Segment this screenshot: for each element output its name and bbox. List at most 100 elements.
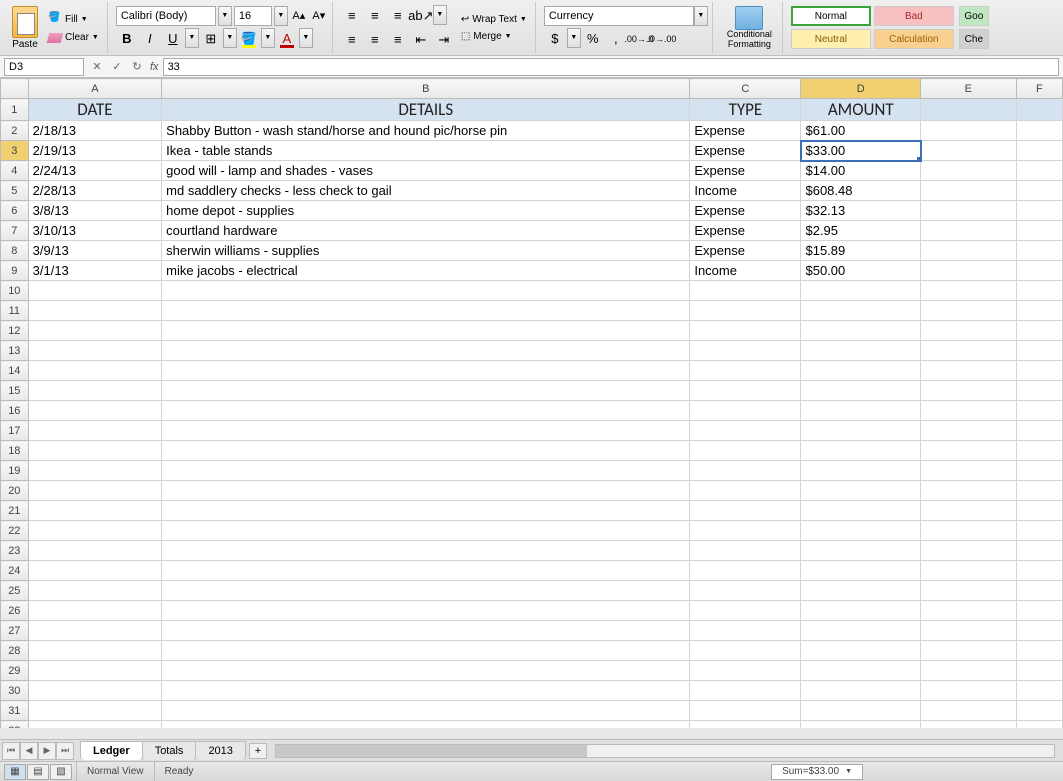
column-header-E[interactable]: E: [921, 79, 1017, 99]
cell-B26[interactable]: [162, 601, 690, 621]
fill-color-dropdown[interactable]: ▼: [261, 28, 275, 48]
cell-C12[interactable]: [690, 321, 801, 341]
cell-D1[interactable]: AMOUNT: [801, 99, 921, 121]
cell-D8[interactable]: $15.89: [801, 241, 921, 261]
cell-A19[interactable]: [28, 461, 162, 481]
cell-D11[interactable]: [801, 301, 921, 321]
history-button[interactable]: ↻: [128, 58, 146, 76]
align-bottom-button[interactable]: ≡: [387, 5, 409, 27]
cell-C17[interactable]: [690, 421, 801, 441]
fx-icon[interactable]: fx: [150, 61, 159, 73]
cell-A4[interactable]: 2/24/13: [28, 161, 162, 181]
cell-C13[interactable]: [690, 341, 801, 361]
accept-formula-button[interactable]: ✓: [108, 58, 126, 76]
row-header-24[interactable]: 24: [1, 561, 29, 581]
cell-D9[interactable]: $50.00: [801, 261, 921, 281]
cell-C5[interactable]: Income: [690, 181, 801, 201]
cell-A32[interactable]: [28, 721, 162, 729]
column-header-C[interactable]: C: [690, 79, 801, 99]
row-header-18[interactable]: 18: [1, 441, 29, 461]
cell-C6[interactable]: Expense: [690, 201, 801, 221]
cell-A29[interactable]: [28, 661, 162, 681]
cell-C31[interactable]: [690, 701, 801, 721]
cell-B17[interactable]: [162, 421, 690, 441]
cell-E20[interactable]: [921, 481, 1017, 501]
cell-A12[interactable]: [28, 321, 162, 341]
cell-C27[interactable]: [690, 621, 801, 641]
sheet-tab-2013[interactable]: 2013: [195, 741, 245, 760]
select-all-corner[interactable]: [1, 79, 29, 99]
cell-C9[interactable]: Income: [690, 261, 801, 281]
cell-E4[interactable]: [921, 161, 1017, 181]
cell-F24[interactable]: [1016, 561, 1062, 581]
row-header-25[interactable]: 25: [1, 581, 29, 601]
column-header-B[interactable]: B: [162, 79, 690, 99]
font-name-dropdown[interactable]: ▼: [218, 6, 232, 26]
cell-B13[interactable]: [162, 341, 690, 361]
column-header-F[interactable]: F: [1016, 79, 1062, 99]
cell-C7[interactable]: Expense: [690, 221, 801, 241]
row-header-29[interactable]: 29: [1, 661, 29, 681]
cell-B5[interactable]: md saddlery checks - less check to gail: [162, 181, 690, 201]
cell-B19[interactable]: [162, 461, 690, 481]
cell-E3[interactable]: [921, 141, 1017, 161]
cell-E12[interactable]: [921, 321, 1017, 341]
cell-C18[interactable]: [690, 441, 801, 461]
cell-A15[interactable]: [28, 381, 162, 401]
align-left-button[interactable]: ≡: [341, 29, 363, 51]
cell-D20[interactable]: [801, 481, 921, 501]
cell-D30[interactable]: [801, 681, 921, 701]
cell-D19[interactable]: [801, 461, 921, 481]
row-header-2[interactable]: 2: [1, 121, 29, 141]
cell-A26[interactable]: [28, 601, 162, 621]
cell-D12[interactable]: [801, 321, 921, 341]
percent-button[interactable]: %: [582, 28, 604, 50]
decrease-decimal-button[interactable]: .0→.00: [651, 28, 673, 50]
cell-C28[interactable]: [690, 641, 801, 661]
cell-F31[interactable]: [1016, 701, 1062, 721]
row-header-9[interactable]: 9: [1, 261, 29, 281]
accounting-dropdown[interactable]: ▼: [567, 28, 581, 48]
cell-E10[interactable]: [921, 281, 1017, 301]
cell-C21[interactable]: [690, 501, 801, 521]
cell-A22[interactable]: [28, 521, 162, 541]
cell-F5[interactable]: [1016, 181, 1062, 201]
row-header-19[interactable]: 19: [1, 461, 29, 481]
cell-C11[interactable]: [690, 301, 801, 321]
cell-E8[interactable]: [921, 241, 1017, 261]
increase-indent-button[interactable]: ⇥: [433, 29, 455, 51]
row-header-16[interactable]: 16: [1, 401, 29, 421]
row-header-32[interactable]: 32: [1, 721, 29, 729]
cell-A27[interactable]: [28, 621, 162, 641]
cell-A23[interactable]: [28, 541, 162, 561]
style-calculation[interactable]: Calculation: [874, 29, 954, 49]
normal-view-button[interactable]: ▦: [4, 764, 26, 780]
cell-C29[interactable]: [690, 661, 801, 681]
row-header-27[interactable]: 27: [1, 621, 29, 641]
row-header-8[interactable]: 8: [1, 241, 29, 261]
cell-B6[interactable]: home depot - supplies: [162, 201, 690, 221]
formula-input[interactable]: [163, 58, 1059, 76]
cell-C3[interactable]: Expense: [690, 141, 801, 161]
cell-F13[interactable]: [1016, 341, 1062, 361]
cell-C16[interactable]: [690, 401, 801, 421]
cell-B4[interactable]: good will - lamp and shades - vases: [162, 161, 690, 181]
cell-B25[interactable]: [162, 581, 690, 601]
cell-F9[interactable]: [1016, 261, 1062, 281]
cell-F32[interactable]: [1016, 721, 1062, 729]
add-sheet-button[interactable]: +: [249, 743, 267, 759]
cell-F17[interactable]: [1016, 421, 1062, 441]
fill-color-button[interactable]: 🪣: [238, 28, 260, 50]
cell-F20[interactable]: [1016, 481, 1062, 501]
cell-C19[interactable]: [690, 461, 801, 481]
bold-button[interactable]: B: [116, 28, 138, 50]
underline-dropdown[interactable]: ▼: [185, 28, 199, 48]
cell-C32[interactable]: [690, 721, 801, 729]
cell-D10[interactable]: [801, 281, 921, 301]
row-header-26[interactable]: 26: [1, 601, 29, 621]
cell-A6[interactable]: 3/8/13: [28, 201, 162, 221]
cell-D28[interactable]: [801, 641, 921, 661]
orientation-dropdown[interactable]: ▼: [433, 5, 447, 25]
row-header-17[interactable]: 17: [1, 421, 29, 441]
cell-C26[interactable]: [690, 601, 801, 621]
